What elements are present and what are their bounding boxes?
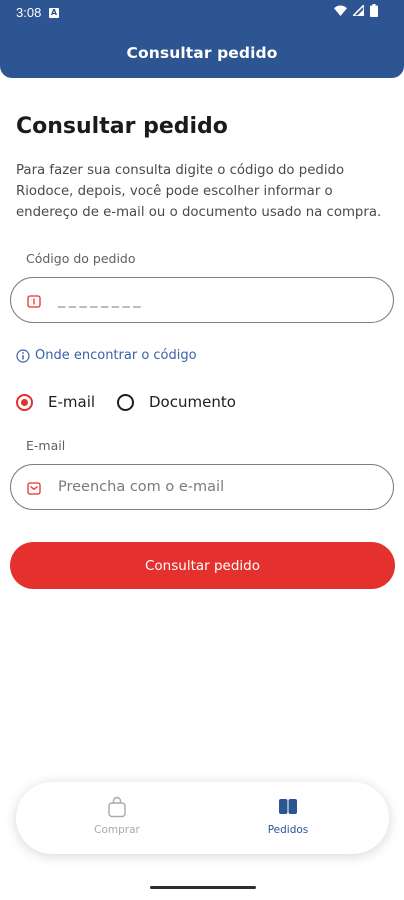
app-header: 3:08 A Consultar pedido [0,0,404,78]
home-indicator[interactable] [150,886,256,889]
battery-icon [370,4,378,17]
orders-icon [228,796,348,818]
order-code-label: Código do pedido [26,251,136,266]
nav-label-comprar: Comprar [94,824,140,836]
radio-document-label: Documento [149,393,236,411]
consult-order-button[interactable]: Consultar pedido [10,542,395,589]
wifi-icon [334,5,347,16]
mail-icon [27,480,41,499]
status-time: 3:08 [16,5,42,20]
nav-item-pedidos[interactable]: Pedidos [228,796,348,836]
nav-item-comprar[interactable]: Comprar [57,796,177,836]
page-title: Consultar pedido [16,114,228,139]
info-icon [16,348,30,363]
intro-text: Para fazer sua consulta digite o código … [16,163,382,220]
nav-label-pedidos: Pedidos [267,824,309,836]
order-code-input[interactable]: ________ [10,277,394,323]
ticket-icon [27,293,41,312]
email-input[interactable]: Preencha com o e-mail [10,464,394,510]
shopping-bag-icon [57,796,177,818]
radio-document-indicator[interactable] [117,393,134,411]
a-icon: A [49,8,59,18]
order-code-placeholder: ________ [58,292,144,308]
bottom-nav: Comprar Pedidos [16,782,389,854]
radio-document[interactable]: Documento [117,393,236,411]
where-to-find-code-link[interactable]: Onde encontrar o código [16,348,197,363]
email-label: E-mail [26,438,66,453]
status-icons [334,4,378,17]
radio-email[interactable]: E-mail [16,393,95,411]
signal-icon [353,5,364,16]
email-placeholder: Preencha com o e-mail [58,479,225,495]
radio-email-label: E-mail [48,393,96,411]
status-bar: 3:08 A [0,0,404,26]
radio-email-indicator[interactable] [16,393,33,411]
header-title: Consultar pedido [126,44,278,62]
help-link-label: Onde encontrar o código [35,348,197,363]
